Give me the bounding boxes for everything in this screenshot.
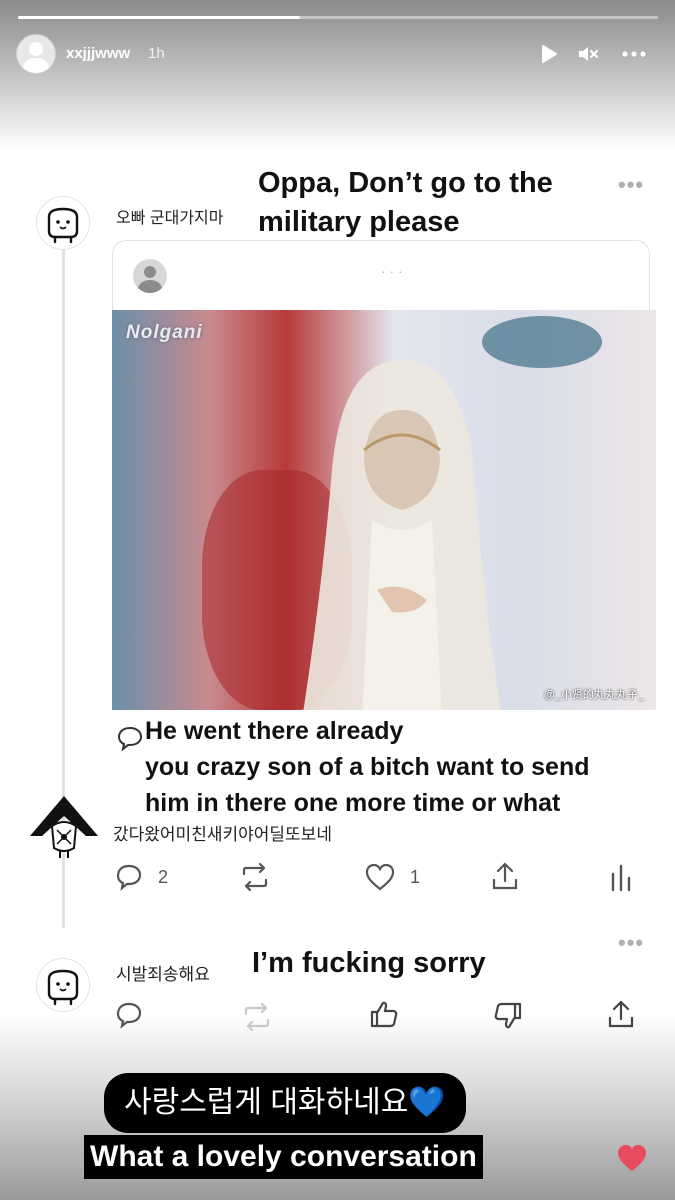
heart-icon[interactable] [364, 862, 396, 892]
overlay-line: you crazy son of a bitch want to send [145, 753, 590, 781]
story-username[interactable]: xxjjjwww [66, 45, 130, 62]
like-count: 1 [410, 867, 421, 887]
quoted-post-card[interactable]: · · · [112, 240, 650, 312]
reply1-english-overlay: He went there already you crazy son of a… [145, 713, 590, 821]
top-gradient [0, 0, 675, 150]
overlay-line: He went there already [145, 717, 404, 745]
like-heart-icon[interactable] [616, 1143, 648, 1173]
comment-bubble-icon [117, 726, 143, 752]
mute-icon[interactable] [576, 42, 600, 66]
thumbs-down-icon[interactable] [492, 1000, 524, 1032]
post1-english-overlay: Oppa, Don’t go to the military please [258, 164, 553, 242]
reply2-avatar[interactable] [36, 958, 90, 1012]
story-progress-fill [18, 16, 300, 19]
overlay-line: Oppa, Don’t go to the [258, 167, 553, 199]
share-icon[interactable] [490, 860, 520, 892]
story-timestamp: 1h [148, 45, 165, 62]
repost-icon[interactable] [240, 1002, 274, 1032]
stats-icon[interactable] [608, 862, 634, 892]
play-icon[interactable] [536, 42, 560, 66]
quoted-placeholder: · · · [381, 263, 403, 279]
photo-figure [303, 360, 501, 710]
quoted-photo[interactable]: Nolgani @_小贤的丸丸丸子_ [112, 310, 656, 710]
overlay-line: military please [258, 206, 460, 238]
more-icon[interactable] [620, 42, 648, 66]
story-header: xxjjjwww 1h [16, 34, 660, 74]
story-viewer: xxjjjwww 1h 오빠 군대가지마 Oppa, Don’t go to t… [0, 0, 675, 1200]
reply-count: 2 [158, 867, 169, 887]
reply-icon[interactable] [114, 862, 144, 892]
reply1-avatar[interactable] [26, 792, 102, 860]
story-progress-bar [18, 16, 658, 19]
reply2-more-icon[interactable]: ••• [618, 930, 644, 956]
thumbs-up-icon[interactable] [368, 998, 400, 1030]
post1-korean-text: 오빠 군대가지마 [116, 210, 224, 227]
caption-english: What a lovely conversation [84, 1135, 483, 1179]
share-icon[interactable] [606, 998, 636, 1030]
mascot-avatar[interactable] [36, 196, 90, 250]
caption-korean-text: 사랑스럽게 대화하네요 [124, 1086, 409, 1119]
photo-watermark-bottom: @_小贤的丸丸丸子_ [543, 689, 644, 701]
caption-korean: 사랑스럽게 대화하네요💙 [104, 1073, 466, 1133]
reply2-korean-text: 시발죄송해요 [116, 965, 210, 984]
quoted-avatar [133, 259, 167, 293]
reply2-english-overlay: I’m fucking sorry [252, 947, 486, 979]
blue-heart-emoji: 💙 [408, 1086, 446, 1119]
reply1-korean-text: 갔다왔어미친새키야어딜또보네 [113, 825, 332, 844]
repost-icon[interactable] [238, 862, 272, 892]
photo-watermark-top: Nolgani [126, 322, 203, 343]
post1-more-icon[interactable]: ••• [618, 172, 644, 198]
reply-icon[interactable] [114, 1000, 144, 1030]
story-avatar[interactable] [16, 34, 56, 74]
overlay-line: him in there one more time or what [145, 789, 561, 817]
